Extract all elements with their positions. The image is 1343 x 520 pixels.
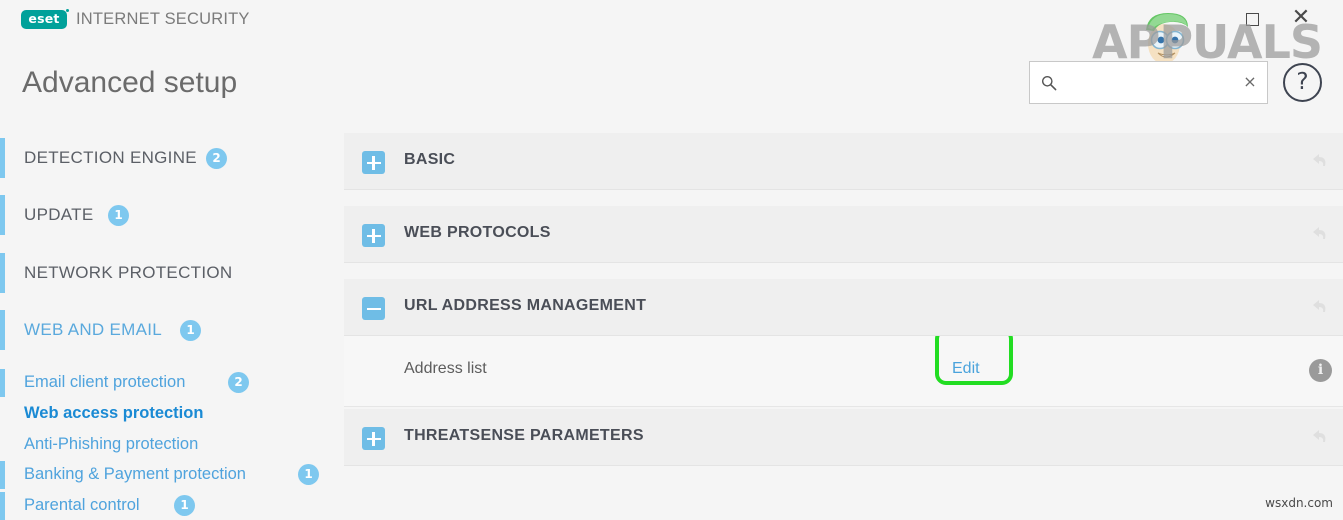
search-icon <box>1042 76 1057 91</box>
sidebar-item-label: Banking & Payment protection <box>24 465 246 483</box>
search-box[interactable]: × <box>1029 61 1268 105</box>
expand-icon[interactable] <box>362 224 385 247</box>
collapse-icon[interactable] <box>362 297 385 320</box>
title-bar: eset INTERNET SECURITY ✕ <box>0 0 1343 42</box>
reset-icon[interactable] <box>1309 223 1331 245</box>
source-watermark: wsxdn.com <box>1265 496 1333 510</box>
section-title: WEB PROTOCOLS <box>404 224 551 241</box>
section-title: THREATSENSE PARAMETERS <box>404 427 644 444</box>
maximize-button[interactable] <box>1244 11 1260 27</box>
eset-logo-icon: eset <box>21 9 69 29</box>
sidebar-item-badge: 1 <box>298 464 319 485</box>
sidebar-item-label: WEB AND EMAIL <box>24 320 163 339</box>
page-title: Advanced setup <box>22 66 238 99</box>
sidebar-item-anti-phishing-protection[interactable]: Anti-Phishing protection <box>0 431 340 459</box>
eset-logo-registered-dot <box>66 9 69 12</box>
expand-icon[interactable] <box>362 151 385 174</box>
expand-icon[interactable] <box>362 427 385 450</box>
product-name: INTERNET SECURITY <box>76 10 250 28</box>
sidebar-item-label: UPDATE <box>24 205 94 224</box>
sidebar-item-label: Anti-Phishing protection <box>24 435 199 453</box>
settings-panel: Address list Edit i BASIC WEB PROTOCOLS URL … <box>344 120 1343 513</box>
sidebar-item-label: Email client protection <box>24 373 186 391</box>
sidebar-item-badge: 1 <box>180 320 201 341</box>
toggle-bar-vertical <box>372 229 375 243</box>
section-header-basic[interactable]: BASIC <box>344 133 1343 190</box>
section-header-url-address-management[interactable]: URL ADDRESS MANAGEMENT <box>344 279 1343 336</box>
sidebar-item-banking-payment-protection[interactable]: Banking & Payment protection 1 <box>0 461 340 489</box>
setting-row: Address list Edit i <box>344 335 1343 407</box>
sidebar-item-label: Web access protection <box>24 404 204 422</box>
sidebar-item-parental-control[interactable]: Parental control 1 <box>0 492 340 520</box>
sidebar-item-label: DETECTION ENGINE <box>24 148 197 167</box>
sidebar-accent-bar <box>0 138 5 178</box>
clear-search-icon[interactable]: × <box>1241 73 1259 91</box>
eset-logo-text: eset <box>28 11 60 27</box>
setting-label: Address list <box>404 360 487 377</box>
reset-icon[interactable] <box>1309 426 1331 448</box>
reset-icon[interactable] <box>1309 296 1331 318</box>
sidebar-item-email-client-protection[interactable]: Email client protection 2 <box>0 369 340 397</box>
sidebar-accent-bar <box>0 195 5 235</box>
sidebar-accent-bar <box>0 253 5 293</box>
sidebar-item-web-access-protection[interactable]: Web access protection <box>0 400 340 428</box>
section-header-web-protocols[interactable]: WEB PROTOCOLS <box>344 206 1343 263</box>
sidebar-item-web-and-email[interactable]: WEB AND EMAIL 1 <box>0 310 340 350</box>
sidebar-accent-bar <box>0 461 5 489</box>
toggle-bar-horizontal <box>366 307 381 311</box>
toggle-bar-vertical <box>372 156 375 170</box>
search-input[interactable] <box>1063 62 1252 105</box>
section-header-threatsense-parameters[interactable]: THREATSENSE PARAMETERS <box>344 409 1343 466</box>
sidebar-accent-bar <box>0 310 5 350</box>
edit-link[interactable]: Edit <box>952 360 980 378</box>
sidebar-item-badge: 2 <box>228 372 249 393</box>
sidebar-accent-bar <box>0 492 5 520</box>
close-button[interactable]: ✕ <box>1291 7 1311 29</box>
maximize-icon <box>1246 13 1259 26</box>
section-title: BASIC <box>404 151 456 168</box>
sidebar-item-badge: 2 <box>206 148 227 169</box>
toggle-bar-vertical <box>372 432 375 446</box>
sidebar-item-update[interactable]: UPDATE 1 <box>0 195 340 235</box>
help-button[interactable]: ? <box>1283 63 1322 102</box>
sidebar-item-badge: 1 <box>108 205 129 226</box>
sidebar-item-label: NETWORK PROTECTION <box>24 263 233 282</box>
sidebar-item-network-protection[interactable]: NETWORK PROTECTION <box>0 253 340 293</box>
sidebar-accent-bar <box>0 369 5 397</box>
sidebar-item-detection-engine[interactable]: DETECTION ENGINE 2 <box>0 138 340 178</box>
sidebar: DETECTION ENGINE 2 UPDATE 1 NETWORK PROTECTI… <box>0 120 340 520</box>
reset-icon[interactable] <box>1309 150 1331 172</box>
info-icon[interactable]: i <box>1309 359 1332 382</box>
brand: eset INTERNET SECURITY <box>21 9 250 29</box>
section-title: URL ADDRESS MANAGEMENT <box>404 297 647 314</box>
sidebar-item-label: Parental control <box>24 496 140 514</box>
